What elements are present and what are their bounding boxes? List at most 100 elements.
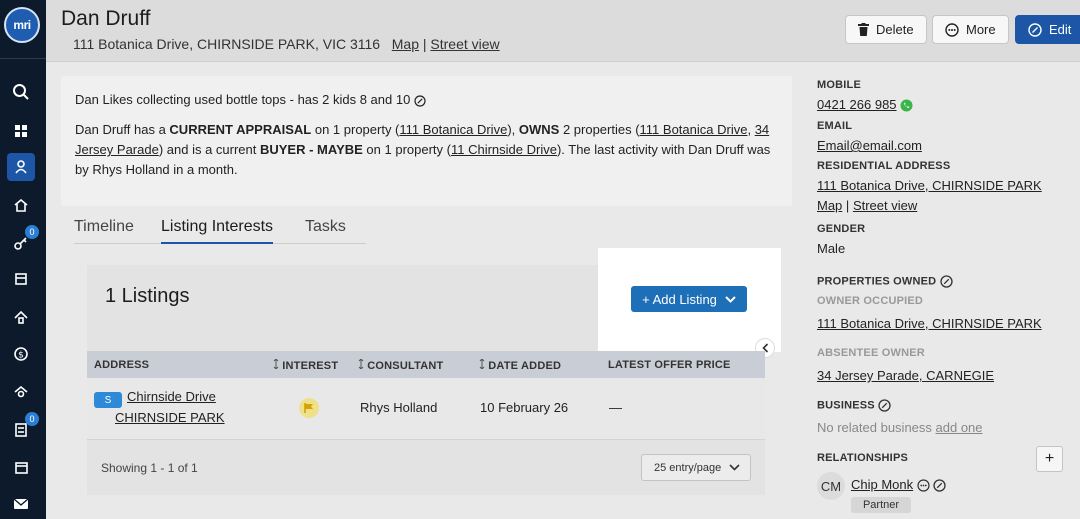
chevron-down-icon [725, 295, 736, 303]
key-badge: 0 [25, 225, 39, 239]
chevron-down-icon [729, 464, 740, 471]
sidebar-divider [0, 58, 46, 59]
house-icon[interactable] [7, 303, 35, 331]
header-map-link[interactable]: Map [392, 36, 419, 52]
edit-button[interactable]: Edit [1015, 15, 1080, 44]
mobile-link[interactable]: 0421 266 985 [817, 97, 897, 112]
edit-label: Edit [1049, 22, 1072, 37]
tab-tasks[interactable]: Tasks [305, 218, 346, 242]
properties-owned-text: PROPERTIES OWNED [817, 275, 937, 288]
listing-latest-offer: — [609, 400, 622, 415]
listing-date-added: 10 February 26 [480, 400, 569, 415]
residential-street-view-link[interactable]: Street view [853, 198, 917, 213]
residential-separator: | [845, 198, 850, 213]
summary-bold-buyer: BUYER - MAYBE [259, 142, 363, 157]
table-header: ADDRESS INTEREST CONSULTANT DATE ADDED L… [87, 351, 765, 378]
sidebar: mri 0 $ 0 [0, 0, 46, 519]
delete-button[interactable]: Delete [845, 15, 927, 44]
more-button[interactable]: More [932, 15, 1009, 44]
search-icon[interactable] [7, 78, 35, 106]
summary-bold-owns: OWNS [518, 122, 560, 137]
mail-icon[interactable] [7, 490, 35, 518]
contact-summary: Dan Likes collecting used bottle tops - … [61, 76, 792, 206]
more-label: More [966, 22, 996, 37]
tasks-badge: 0 [25, 412, 39, 426]
listing-address-line1-text[interactable]: Chirnside Drive [127, 389, 216, 404]
col-date-added[interactable]: DATE ADDED [479, 358, 562, 372]
edit-relationship-icon[interactable] [933, 479, 947, 492]
edit-properties-icon[interactable] [939, 275, 953, 288]
col-address[interactable]: ADDRESS [94, 359, 149, 371]
header-separator: | [422, 36, 427, 52]
residential-address-link[interactable]: 111 Botanica Drive, CHIRNSIDE PARK [817, 178, 1042, 193]
relationships-label: RELATIONSHIPS [817, 452, 909, 464]
email-link[interactable]: Email@email.com [817, 138, 922, 153]
listings-title: 1 Listings [105, 285, 190, 307]
tab-timeline[interactable]: Timeline [74, 218, 134, 242]
summary-text-7: on 1 property ( [362, 142, 451, 157]
summary-link-botanica-1[interactable]: 111 Botanica Drive [399, 122, 507, 137]
relationship-name-link[interactable]: Chip Monk [851, 477, 913, 492]
header-address-text: 111 Botanica Drive, CHIRNSIDE PARK, VIC … [73, 36, 381, 52]
add-business-link[interactable]: add one [936, 420, 983, 435]
house-search-icon[interactable] [7, 378, 35, 406]
summary-text-3: ), [507, 122, 519, 137]
col-date-added-label: DATE ADDED [488, 360, 562, 372]
edit-business-icon[interactable] [878, 399, 891, 412]
residential-address-row: 111 Botanica Drive, CHIRNSIDE PARK [817, 178, 1067, 193]
col-latest-offer[interactable]: LATEST OFFER PRICE [608, 359, 731, 371]
summary-text-6: ) and is a current [158, 142, 260, 157]
home-icon[interactable] [7, 191, 35, 219]
email-row: Email@email.com [817, 138, 1067, 153]
more-icon [945, 22, 959, 37]
sort-icon [479, 358, 485, 370]
whatsapp-icon[interactable] [900, 99, 913, 112]
summary-note-text: Dan Likes collecting used bottle tops - … [75, 92, 411, 107]
calendar-icon[interactable] [7, 453, 35, 481]
status-badge: S [94, 392, 122, 408]
relationship-role-badge: Partner [851, 497, 911, 513]
tab-listing-interests[interactable]: Listing Interests [161, 218, 274, 244]
col-consultant[interactable]: CONSULTANT [358, 358, 443, 372]
pagination-info: Showing 1 - 1 of 1 [101, 461, 198, 475]
summary-link-botanica-2[interactable]: 111 Botanica Drive [640, 122, 748, 137]
summary-note: Dan Likes collecting used bottle tops - … [75, 90, 778, 110]
owner-occupied-link[interactable]: 111 Botanica Drive, CHIRNSIDE PARK [817, 316, 1042, 331]
absentee-owner-link[interactable]: 34 Jersey Parade, CARNEGIE [817, 368, 994, 383]
owner-occupied-label: OWNER OCCUPIED [817, 295, 924, 307]
tasks-icon[interactable]: 0 [7, 412, 39, 444]
gender-value: Male [817, 241, 846, 256]
dollar-icon[interactable]: $ [7, 340, 35, 368]
residential-map-link[interactable]: Map [817, 198, 842, 213]
mri-logo[interactable]: mri [4, 7, 40, 43]
header-street-view-link[interactable]: Street view [430, 36, 499, 52]
summary-link-chirnside[interactable]: 11 Chirnside Drive [451, 142, 557, 157]
add-relationship-button[interactable]: + [1036, 446, 1063, 472]
per-page-select[interactable]: 25 entry/page [641, 454, 751, 481]
col-interest[interactable]: INTEREST [273, 358, 338, 372]
edit-icon [1028, 22, 1042, 37]
business-label-text: BUSINESS [817, 399, 875, 412]
edit-note-icon[interactable] [414, 94, 426, 107]
business-label: BUSINESS [817, 399, 1067, 412]
business-row: No related business add one [817, 420, 1067, 435]
properties-owned-label: PROPERTIES OWNED [817, 275, 1067, 288]
mobile-label: MOBILE [817, 79, 861, 91]
tab-bar: Timeline Listing Interests Tasks [74, 218, 366, 244]
business-empty-text: No related business [817, 420, 936, 435]
avatar: CM [817, 472, 845, 500]
add-listing-label: + Add Listing [642, 291, 717, 307]
listing-address-line1[interactable]: Chirnside Drive [127, 389, 216, 404]
grid-icon[interactable] [7, 117, 35, 145]
more-icon[interactable] [917, 479, 930, 492]
listing-address-line2-text[interactable]: CHIRNSIDE PARK [115, 410, 225, 425]
summary-paragraph: Dan Druff has a CURRENT APPRAISAL on 1 p… [75, 120, 778, 180]
building-icon[interactable] [7, 265, 35, 293]
key-icon[interactable]: 0 [7, 225, 39, 257]
contacts-icon[interactable] [7, 153, 35, 181]
listing-address-line2[interactable]: CHIRNSIDE PARK [115, 410, 225, 425]
add-listing-button[interactable]: + Add Listing [631, 286, 747, 312]
email-label: EMAIL [817, 120, 853, 132]
interest-flag-icon[interactable] [299, 398, 319, 418]
table-row[interactable]: S Chirnside Drive CHIRNSIDE PARK Rhys Ho… [87, 378, 765, 440]
